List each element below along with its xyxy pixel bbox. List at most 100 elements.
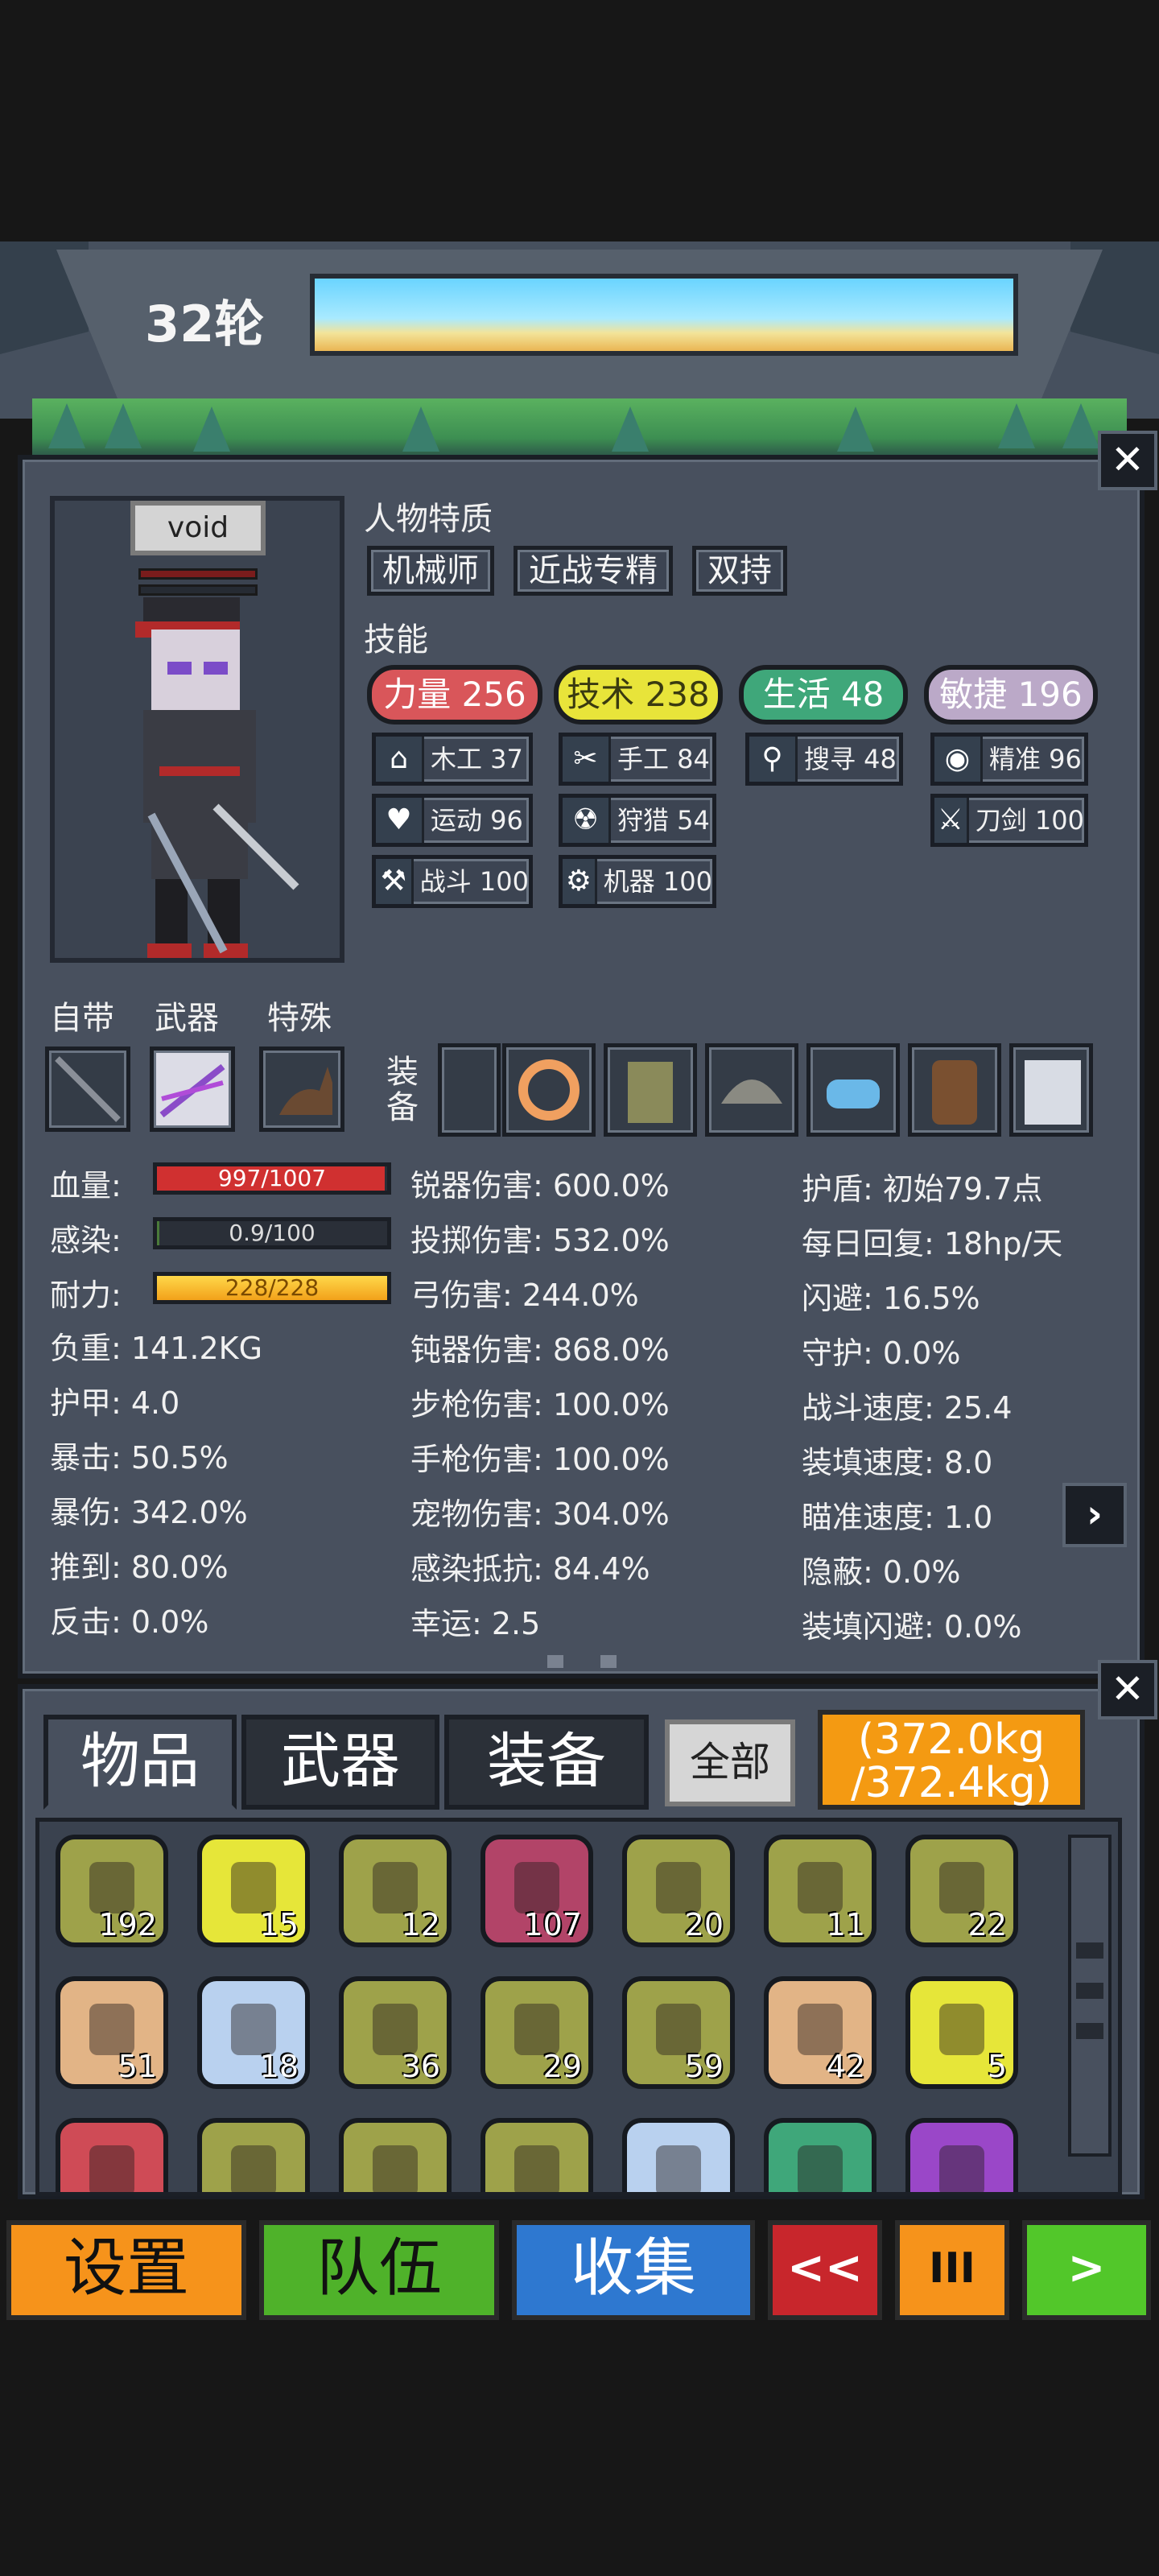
tab-items[interactable]: 物品 xyxy=(43,1715,237,1810)
attribute-life[interactable]: 生活 48 xyxy=(739,665,908,724)
inventory-item[interactable]: 51 xyxy=(56,1976,168,2089)
gear-slot-cap[interactable] xyxy=(705,1043,798,1137)
tree-decoration xyxy=(105,403,142,448)
inventory-item[interactable]: 42 xyxy=(764,1976,876,2089)
stat-pistol-damage: 手枪伤害: 100.0% xyxy=(410,1442,670,1477)
inventory-item[interactable] xyxy=(622,2118,735,2192)
gear-slot-mask[interactable] xyxy=(806,1043,900,1137)
carry-weight-current: (372.0kg xyxy=(857,1715,1046,1764)
item-icon xyxy=(231,2004,276,2055)
skill-searching[interactable]: ⚲ 搜寻 48 xyxy=(745,733,903,786)
inventory-item[interactable] xyxy=(764,2118,876,2192)
character-portrait[interactable] xyxy=(50,496,344,963)
inventory-item[interactable]: 5 xyxy=(905,1976,1018,2089)
rewind-button[interactable]: << xyxy=(768,2220,882,2320)
item-count: 107 xyxy=(523,1907,582,1942)
item-icon xyxy=(89,2145,134,2192)
innate-slot[interactable] xyxy=(45,1046,130,1132)
skill-carpentry[interactable]: ⌂ 木工 37 xyxy=(372,733,533,786)
skill-athletics[interactable]: ♥ 运动 96 xyxy=(372,794,533,847)
inventory-item[interactable]: 107 xyxy=(481,1835,593,1947)
skill-combat[interactable]: ⚒ 战斗 100 xyxy=(372,855,533,908)
inventory-item[interactable]: 11 xyxy=(764,1835,876,1947)
page-indicator-dot xyxy=(600,1655,617,1668)
skills-title: 技能 xyxy=(364,621,428,658)
item-count: 5 xyxy=(987,2049,1007,2084)
special-slot[interactable] xyxy=(259,1046,344,1132)
tab-gear[interactable]: 装备 xyxy=(444,1715,649,1810)
trait-tag[interactable]: 近战专精 xyxy=(514,546,673,596)
skill-precision[interactable]: ◉ 精准 96 xyxy=(930,733,1088,786)
inventory-item[interactable]: 12 xyxy=(339,1835,452,1947)
inventory-item[interactable]: 29 xyxy=(481,1976,593,2089)
weapon-slot[interactable] xyxy=(150,1046,235,1132)
scrollbar-grip xyxy=(1076,1942,1103,1959)
next-page-button[interactable]: › xyxy=(1062,1483,1127,1547)
tree-decoration xyxy=(1062,403,1099,448)
settings-button[interactable]: 设置 xyxy=(6,2220,246,2320)
attribute-agility[interactable]: 敏捷 196 xyxy=(924,665,1098,724)
team-button[interactable]: 队伍 xyxy=(259,2220,499,2320)
infection-label: 感染: xyxy=(50,1223,122,1258)
stat-bow-damage: 弓伤害: 244.0% xyxy=(410,1278,639,1313)
skill-label: 机器 100 xyxy=(603,866,712,897)
item-icon xyxy=(656,2004,701,2055)
stat-combat-speed: 战斗速度: 25.4 xyxy=(802,1390,1013,1426)
stat-load: 负重: 141.2KG xyxy=(50,1331,263,1366)
collect-button[interactable]: 收集 xyxy=(512,2220,755,2320)
gear-slot-empty[interactable] xyxy=(438,1043,501,1137)
radiation-icon: ☢ xyxy=(563,798,611,843)
inventory-item[interactable]: 15 xyxy=(197,1835,310,1947)
play-forward-button[interactable]: > xyxy=(1022,2220,1151,2320)
inventory-item[interactable]: 20 xyxy=(622,1835,735,1947)
stat-counter: 反击: 0.0% xyxy=(50,1604,209,1640)
portrait-hp-bar xyxy=(138,568,258,580)
item-icon xyxy=(514,2004,559,2055)
skill-blades[interactable]: ⚔ 刀剑 100 xyxy=(930,794,1088,847)
attribute-technique[interactable]: 技术 238 xyxy=(554,665,723,724)
inventory-item[interactable]: 59 xyxy=(622,1976,735,2089)
tree-decoration xyxy=(48,403,85,448)
gear-slot-ring[interactable] xyxy=(502,1043,596,1137)
trait-tag[interactable]: 双持 xyxy=(692,546,787,596)
stat-armor: 护甲: 4.0 xyxy=(50,1385,180,1421)
inventory-item[interactable] xyxy=(481,2118,593,2192)
inventory-item[interactable] xyxy=(339,2118,452,2192)
inventory-item[interactable]: 36 xyxy=(339,1976,452,2089)
gear-slot-card[interactable] xyxy=(1009,1043,1093,1137)
item-grid-scrollbar[interactable] xyxy=(1068,1835,1112,2157)
skill-hunting[interactable]: ☢ 狩猎 54 xyxy=(559,794,716,847)
inventory-item[interactable]: 18 xyxy=(197,1976,310,2089)
weapon-label: 武器 xyxy=(155,1000,219,1037)
inventory-item[interactable] xyxy=(905,2118,1018,2192)
day-progress-sky xyxy=(310,274,1018,356)
special-label: 特殊 xyxy=(267,1000,332,1037)
stat-infection-resist: 感染抵抗: 84.4% xyxy=(410,1551,650,1587)
tab-weapons[interactable]: 武器 xyxy=(241,1715,439,1810)
inventory-item[interactable]: 192 xyxy=(56,1835,168,1947)
chevron-right-icon: › xyxy=(1087,1492,1103,1537)
magnifier-icon: ⚲ xyxy=(749,737,798,782)
inventory-item[interactable]: 22 xyxy=(905,1835,1018,1947)
stat-luck: 幸运: 2.5 xyxy=(410,1606,541,1641)
filter-all-button[interactable]: 全部 xyxy=(665,1719,795,1806)
item-count: 22 xyxy=(967,1907,1007,1942)
inventory-item[interactable] xyxy=(56,2118,168,2192)
close-inventory-panel-button[interactable]: ✕ xyxy=(1098,1660,1157,1719)
close-character-panel-button[interactable]: ✕ xyxy=(1098,431,1157,490)
stat-aim-speed: 瞄准速度: 1.0 xyxy=(802,1500,993,1535)
gear-slot-backpack[interactable] xyxy=(908,1043,1001,1137)
skill-machinery[interactable]: ⚙ 机器 100 xyxy=(559,855,716,908)
skill-crafting[interactable]: ✂ 手工 84 xyxy=(559,733,716,786)
item-count: 18 xyxy=(259,2049,299,2084)
ring-icon xyxy=(518,1059,580,1121)
trait-tag[interactable]: 机械师 xyxy=(367,546,494,596)
stat-crit-damage: 暴伤: 342.0% xyxy=(50,1495,248,1530)
gear-slot-jacket[interactable] xyxy=(604,1043,697,1137)
item-icon xyxy=(939,2145,984,2192)
attribute-strength[interactable]: 力量 256 xyxy=(367,665,542,724)
inventory-item[interactable] xyxy=(197,2118,310,2192)
item-count: 51 xyxy=(118,2049,157,2084)
pause-button[interactable]: III xyxy=(895,2220,1009,2320)
item-icon xyxy=(373,1862,418,1913)
